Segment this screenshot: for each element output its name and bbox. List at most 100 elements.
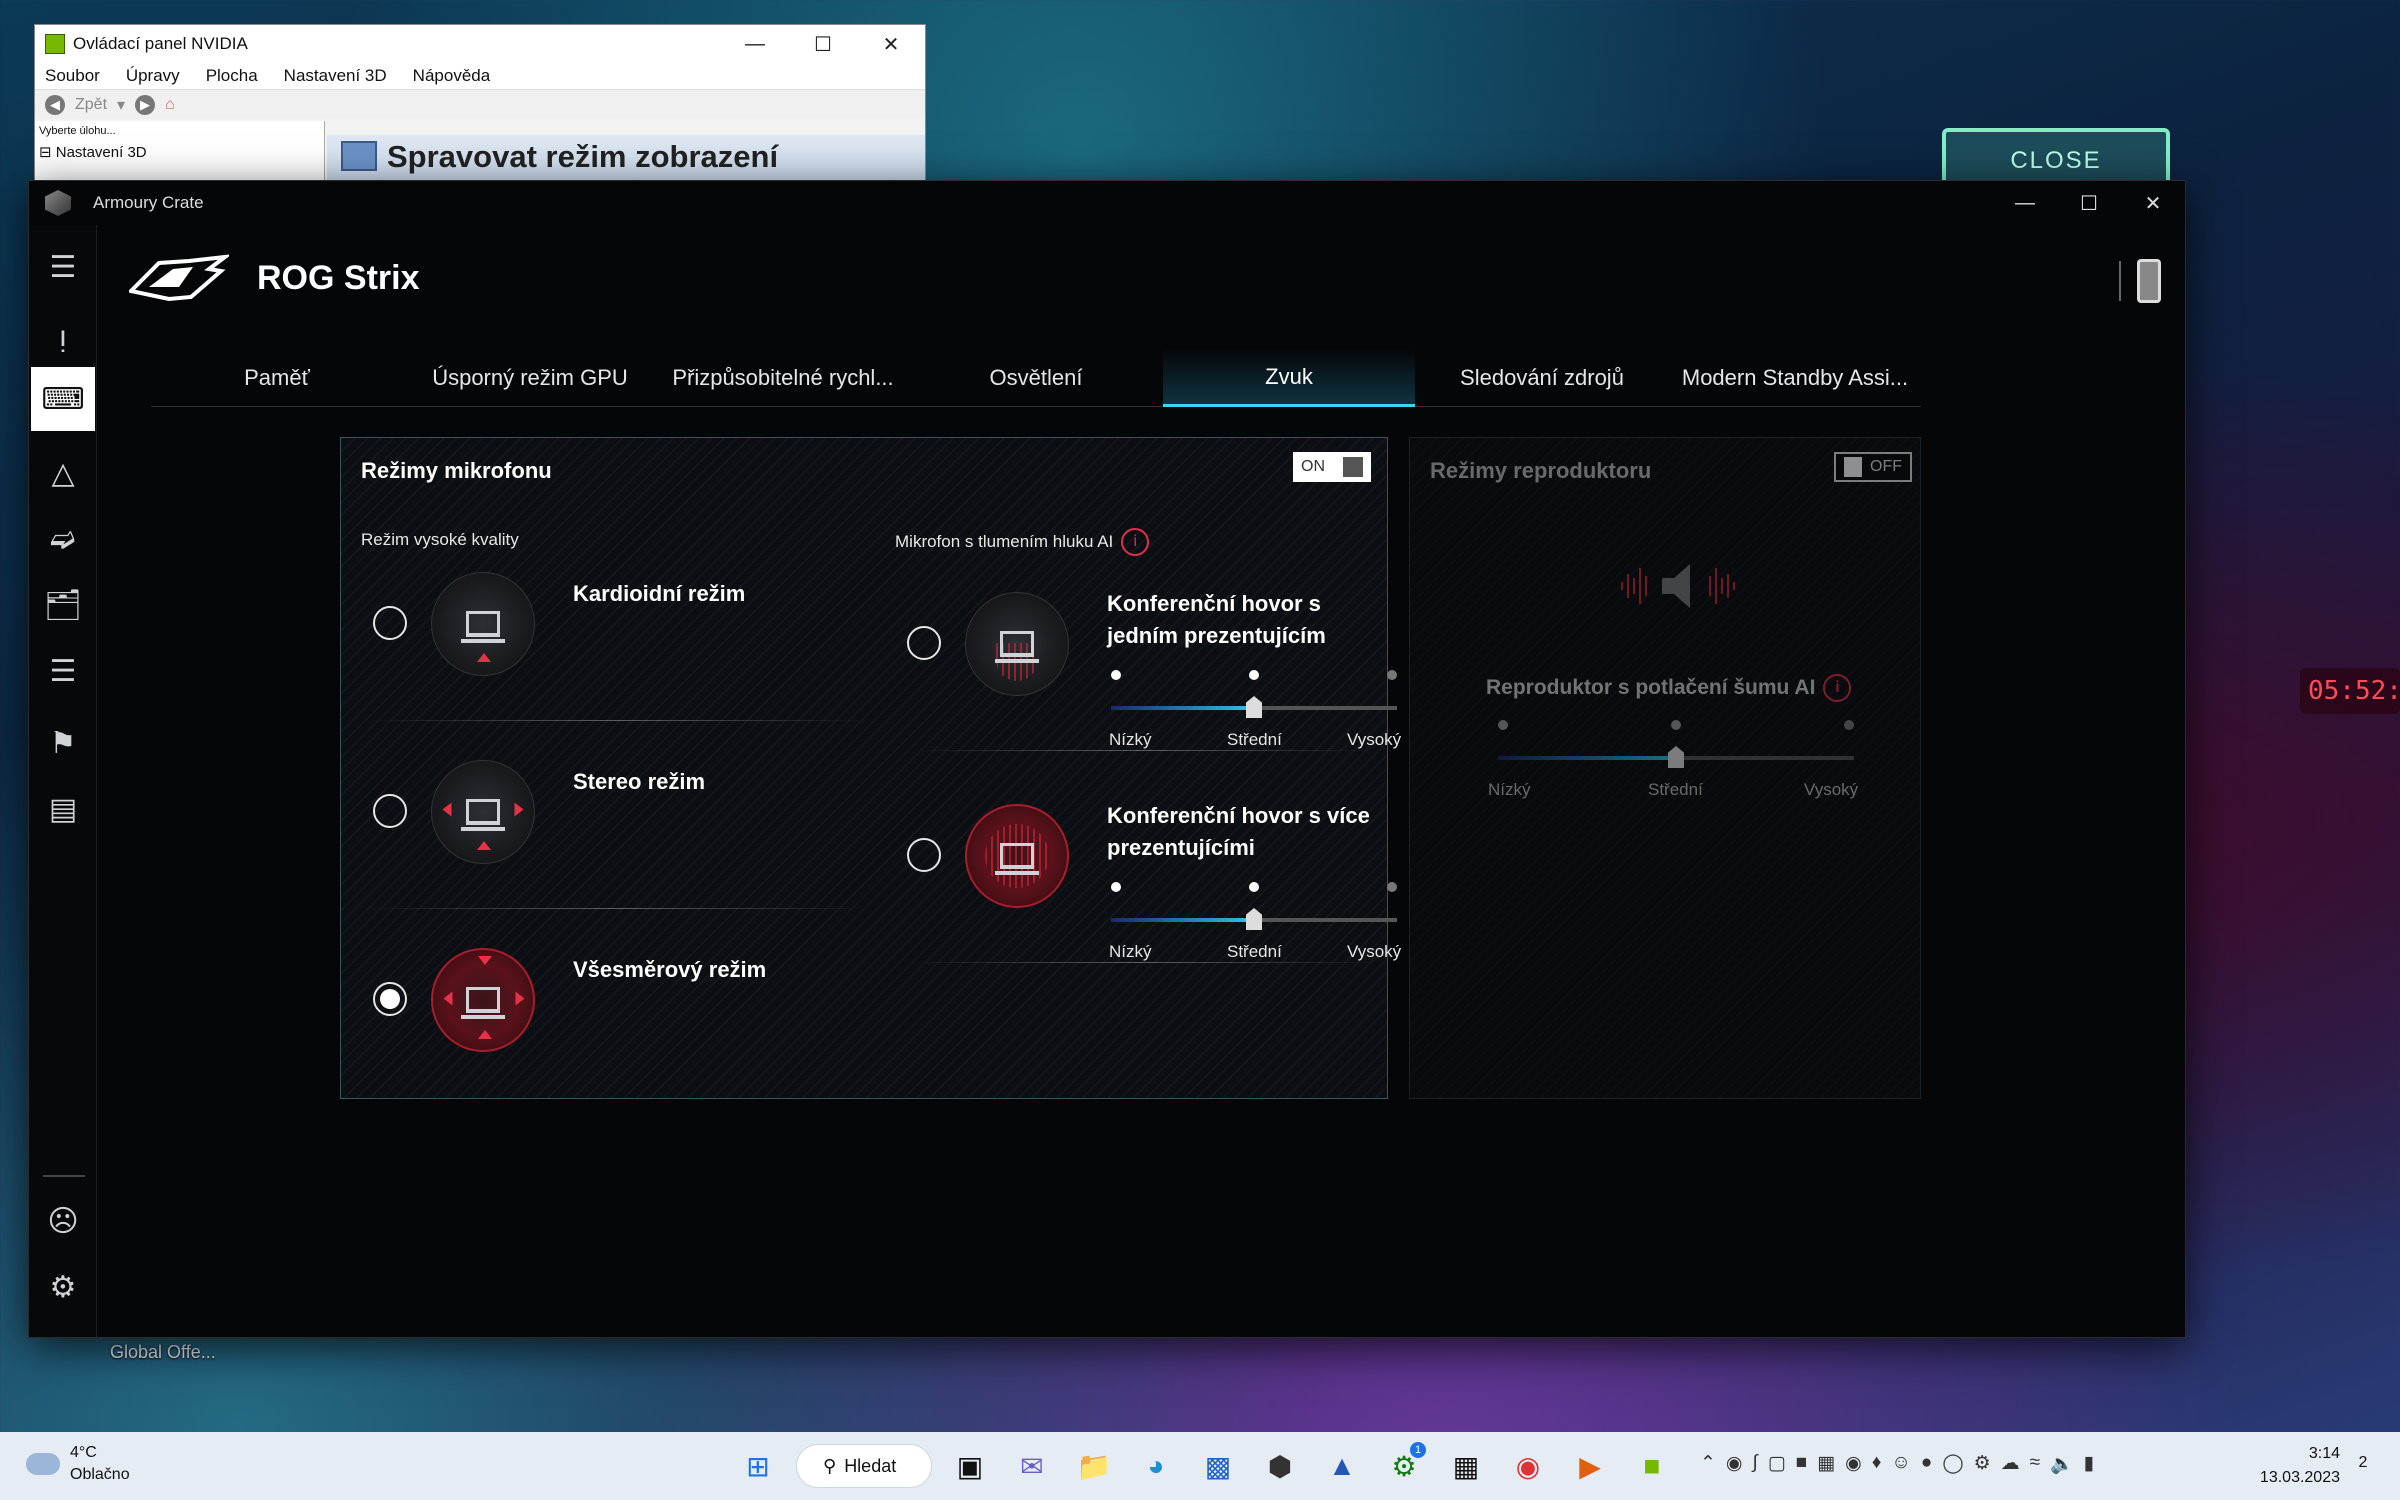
wifi-icon[interactable]: ≈ xyxy=(2030,1452,2040,1476)
battery-icon[interactable]: ▮ xyxy=(2084,1452,2094,1476)
steam-icon[interactable]: ⚙ xyxy=(1974,1452,1991,1476)
home-icon[interactable]: ⌂ xyxy=(165,96,175,114)
armoury-crate-taskbar-icon[interactable]: ⬢ xyxy=(1256,1442,1304,1490)
back-button[interactable]: Zpět xyxy=(75,96,107,114)
tab-pamet[interactable]: Paměť xyxy=(151,349,403,407)
chat-icon[interactable]: ✉ xyxy=(1008,1442,1056,1490)
forward-arrow-icon[interactable]: ▶ xyxy=(135,94,156,115)
radio-conference-multi[interactable] xyxy=(907,838,941,872)
teams-icon[interactable]: ▢ xyxy=(1768,1452,1786,1476)
hamburger-menu-icon[interactable]: ☰ xyxy=(29,239,97,295)
store-icon[interactable]: ▩ xyxy=(1194,1442,1242,1490)
slider-thumb[interactable] xyxy=(1246,696,1262,718)
slider-stop[interactable] xyxy=(1498,720,1508,730)
minimize-icon[interactable]: — xyxy=(721,33,789,56)
radio-stereo[interactable] xyxy=(373,794,407,828)
tab-usporny-rezim-gpu[interactable]: Úsporný režim GPU xyxy=(404,349,656,407)
menu-soubor[interactable]: Soubor xyxy=(45,66,100,86)
media-app-icon[interactable]: ▶ xyxy=(1566,1442,1614,1490)
conference-multi-slider[interactable]: Nízký Střední Vysoký xyxy=(1109,882,1401,962)
user-icon[interactable]: ☹ xyxy=(29,1193,97,1249)
armoury-slash-icon[interactable]: ➫ xyxy=(29,511,97,567)
speaker-ai-slider[interactable]: Nízký Střední Vysoký xyxy=(1488,720,1858,800)
tab-prizpusobitelne[interactable]: Přizpůsobitelné rychl... xyxy=(657,349,909,407)
menu-plocha[interactable]: Plocha xyxy=(206,66,258,86)
game-library-icon[interactable]: 🗂 xyxy=(29,577,97,633)
nvidia-tray-icon[interactable]: ■ xyxy=(1796,1452,1807,1476)
speaker-toggle[interactable]: OFF xyxy=(1834,452,1912,482)
chrome-tray-icon[interactable]: ◉ xyxy=(1726,1452,1743,1476)
myasus-icon[interactable]: ▲ xyxy=(1318,1442,1366,1490)
back-arrow-icon[interactable]: ◀ xyxy=(45,94,65,115)
onedrive-icon[interactable]: ☁ xyxy=(2001,1452,2020,1476)
task-view-icon[interactable]: ▣ xyxy=(946,1442,994,1490)
radio-vsesmerovy[interactable] xyxy=(373,982,407,1016)
aura-triangle-icon[interactable]: △ xyxy=(29,445,97,501)
discord-icon[interactable]: ☺ xyxy=(1891,1452,1910,1476)
weather-widget[interactable]: 4°C Oblačno xyxy=(26,1442,130,1486)
tab-sledovani-zdroju[interactable]: Sledování zdrojů xyxy=(1416,349,1668,407)
mic-toggle[interactable]: ON xyxy=(1293,452,1371,482)
deals-tag-icon[interactable]: ⚑ xyxy=(29,715,97,771)
wifi-app-icon[interactable]: ◉ xyxy=(1845,1452,1862,1476)
slack-icon[interactable]: ♦ xyxy=(1872,1452,1882,1476)
news-icon[interactable]: ▤ xyxy=(29,781,97,837)
volume-icon[interactable]: 🔈 xyxy=(2050,1452,2074,1476)
maximize-icon[interactable]: ☐ xyxy=(2057,191,2121,216)
close-icon[interactable]: ✕ xyxy=(2121,191,2185,216)
record-icon[interactable]: ● xyxy=(1921,1452,1932,1476)
maximize-icon[interactable]: ☐ xyxy=(789,32,857,57)
rog-eye-logo-icon xyxy=(129,254,229,302)
speaker-ai-label: Reproduktor s potlačení šumu AI i xyxy=(1486,674,1852,702)
info-icon[interactable]: i xyxy=(1121,528,1150,556)
slider-stop[interactable] xyxy=(1387,670,1397,680)
tab-modern-standby[interactable]: Modern Standby Assi... xyxy=(1669,349,1921,407)
tab-zvuk[interactable]: Zvuk xyxy=(1163,349,1415,407)
equalizer-icon[interactable]: ☰ xyxy=(29,643,97,699)
info-letter-icon[interactable]: ᴉ xyxy=(29,309,97,365)
close-icon[interactable]: ✕ xyxy=(857,32,925,57)
edge-browser-icon[interactable]: ◕ xyxy=(1132,1442,1180,1490)
slider-stop[interactable] xyxy=(1249,882,1259,892)
circle-app-icon[interactable]: ◯ xyxy=(1942,1452,1963,1476)
slider-thumb[interactable] xyxy=(1246,908,1262,930)
mic-toggle-label: ON xyxy=(1301,458,1325,475)
minimize-icon[interactable]: — xyxy=(1993,192,2057,215)
notification-count[interactable]: 2 xyxy=(2350,1454,2376,1480)
slider-thumb[interactable] xyxy=(1668,746,1684,768)
bluetooth-icon[interactable]: ∫ xyxy=(1753,1452,1758,1476)
header-divider xyxy=(2119,261,2121,301)
taskbar-search[interactable]: ⚲ Hledat xyxy=(796,1444,932,1488)
menu-upravy[interactable]: Úpravy xyxy=(126,66,180,86)
row-divider xyxy=(361,720,871,721)
desktop-shortcut-label[interactable]: Global Offe... xyxy=(110,1342,216,1363)
start-windows-icon[interactable]: ⊞ xyxy=(734,1442,782,1490)
slider-stop[interactable] xyxy=(1844,720,1854,730)
slider-stop[interactable] xyxy=(1249,670,1259,680)
chevron-up-icon[interactable]: ⌃ xyxy=(1700,1452,1716,1476)
slider-stop[interactable] xyxy=(1387,882,1397,892)
slider-stop[interactable] xyxy=(1111,882,1121,892)
tab-osvetleni[interactable]: Osvětlení xyxy=(910,349,1162,407)
menu-nastaveni-3d[interactable]: Nastavení 3D xyxy=(284,66,387,86)
xbox-icon[interactable]: ⚙ 1 xyxy=(1380,1442,1428,1490)
geforce-icon[interactable]: ▦ xyxy=(1817,1452,1835,1476)
menu-napoveda[interactable]: Nápověda xyxy=(413,66,491,86)
conference-single-slider[interactable]: Nízký Střední Vysoký xyxy=(1109,670,1401,750)
chrome-icon[interactable]: ◉ xyxy=(1504,1442,1552,1490)
tree-item-3d[interactable]: ⊟ Nastavení 3D xyxy=(39,143,320,161)
gear-icon[interactable]: ⚙ xyxy=(29,1259,97,1315)
file-explorer-icon[interactable]: 📁 xyxy=(1070,1442,1118,1490)
keyboard-device-icon[interactable]: ⌨ xyxy=(31,367,95,431)
taskbar-clock[interactable]: 3:14 13.03.2023 xyxy=(2258,1442,2340,1490)
nvidia-taskbar-icon[interactable]: ■ xyxy=(1628,1442,1676,1490)
radio-kardioidni[interactable] xyxy=(373,606,407,640)
slider-stop[interactable] xyxy=(1111,670,1121,680)
info-icon[interactable]: i xyxy=(1823,674,1852,702)
sidebar-divider xyxy=(43,1175,85,1177)
slider-stop[interactable] xyxy=(1671,720,1681,730)
radio-conference-single[interactable] xyxy=(907,626,941,660)
calculator-icon[interactable]: ▦ xyxy=(1442,1442,1490,1490)
chevron-down-icon[interactable]: ▾ xyxy=(117,95,125,115)
device-phone-icon[interactable] xyxy=(2137,259,2161,303)
